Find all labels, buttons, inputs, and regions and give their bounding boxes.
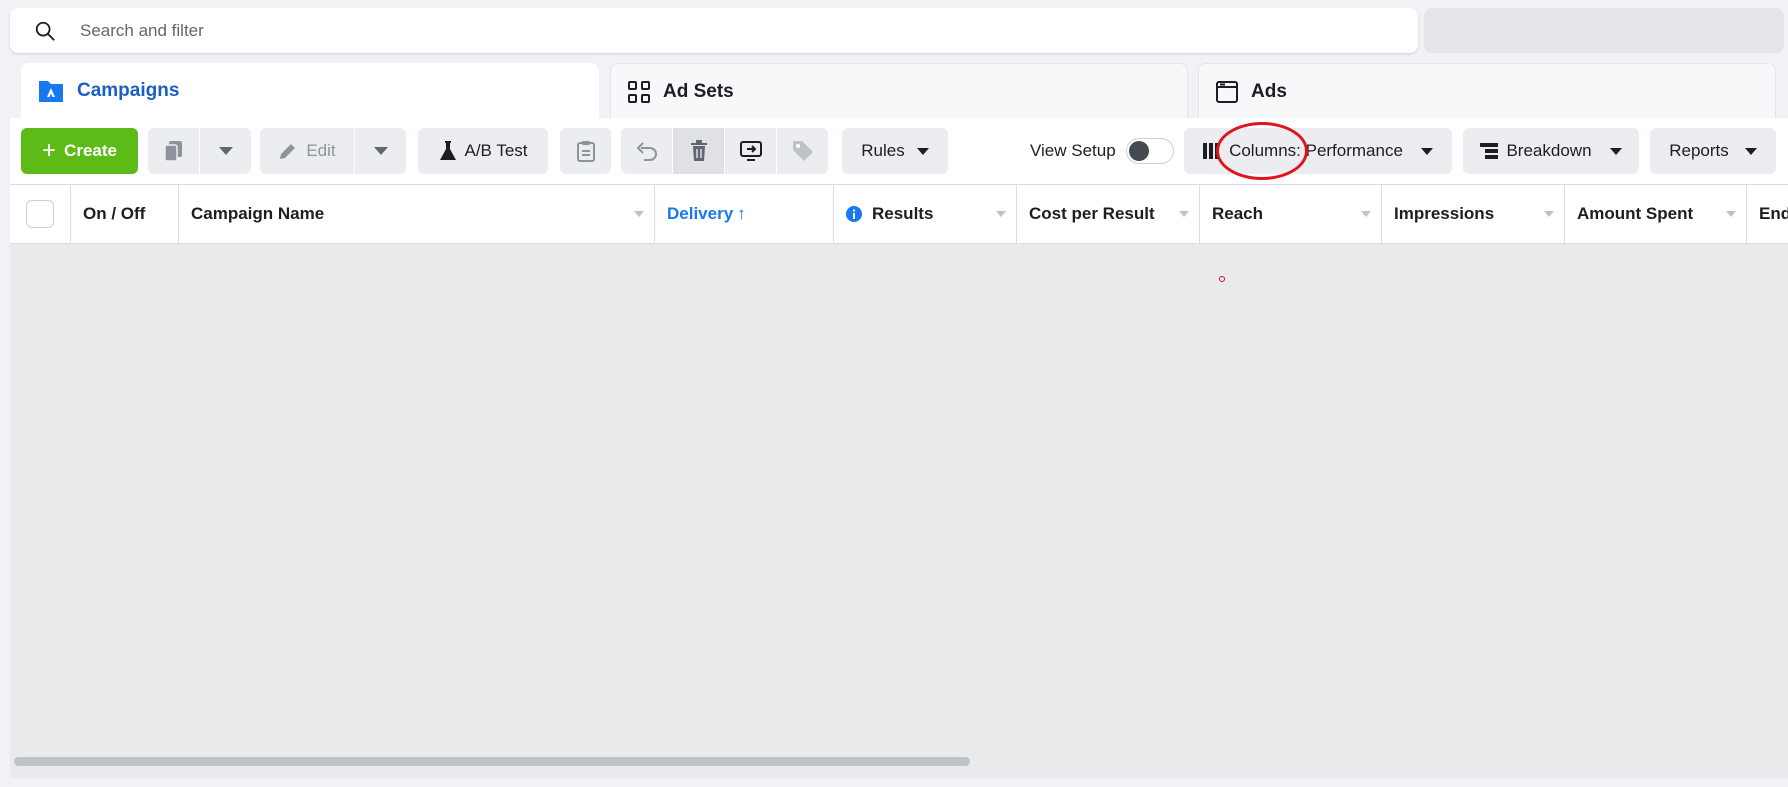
clipboard-button[interactable] [560,128,611,174]
annotation-dot [1219,276,1225,282]
tab-label: Ad Sets [663,80,734,102]
flask-icon [439,141,456,160]
edit-dropdown-button[interactable] [355,128,406,174]
undo-button[interactable] [621,128,672,174]
export-button[interactable] [725,128,776,174]
info-icon[interactable] [846,206,862,222]
duplicate-icon [163,141,182,162]
table-header: On / Off Campaign Name Delivery ↑ Result… [10,184,1788,244]
grid-icon [627,80,651,104]
main-panel: + Create Edit A/B Test Rules View Setup … [10,118,1788,778]
search-icon [35,21,55,41]
sort-caret-icon[interactable] [996,211,1006,217]
ad-window-icon [1215,80,1239,104]
table-body [10,244,1788,778]
sort-caret-icon[interactable] [634,211,644,217]
column-reach[interactable]: Reach [1200,185,1382,243]
pencil-icon [280,144,296,159]
sort-caret-icon[interactable] [1179,211,1189,217]
clipboard-icon [576,141,595,162]
caret-down-icon [373,147,388,155]
reports-button[interactable]: Reports [1650,128,1776,174]
tab-ad-sets[interactable]: Ad Sets [610,63,1188,119]
view-setup-label: View Setup [1030,141,1116,160]
column-campaign-name[interactable]: Campaign Name [179,185,655,243]
tag-button[interactable] [777,128,828,174]
trash-icon [690,140,707,161]
plus-icon: + [42,137,57,164]
sort-caret-icon[interactable] [1361,211,1371,217]
duplicate-dropdown-button[interactable] [200,128,251,174]
column-cost-per-result[interactable]: Cost per Result [1017,185,1200,243]
breakdown-button[interactable]: Breakdown [1463,128,1639,174]
toggle-knob [1128,141,1149,161]
caret-down-icon [218,147,233,155]
view-setup[interactable]: View Setup [1030,128,1174,174]
ab-test-button[interactable]: A/B Test [418,128,548,174]
column-results[interactable]: Results [834,185,1017,243]
horizontal-scrollbar[interactable] [14,757,970,766]
search-bar[interactable] [10,8,1418,53]
caret-down-icon [1744,147,1757,155]
search-input[interactable] [80,20,1280,41]
duplicate-button[interactable] [148,128,199,174]
view-setup-toggle[interactable] [1125,138,1174,164]
undo-icon [636,142,657,161]
toolbar: + Create Edit A/B Test Rules View Setup … [10,118,1788,184]
column-impressions[interactable]: Impressions [1382,185,1565,243]
tab-label: Ads [1251,80,1287,102]
caret-down-icon [1609,147,1622,155]
create-button[interactable]: + Create [21,128,138,174]
caret-down-icon [1420,147,1433,155]
column-ends[interactable]: Ends [1747,185,1788,243]
campaign-folder-icon [37,78,65,104]
column-on-off[interactable]: On / Off [71,185,179,243]
annotation-circle [1216,122,1308,180]
delete-button[interactable] [673,128,724,174]
breakdown-icon [1480,143,1499,159]
tab-ads[interactable]: Ads [1198,63,1776,119]
rules-button[interactable]: Rules [842,128,948,174]
export-icon [739,141,762,161]
sort-caret-icon[interactable] [1726,211,1736,217]
sort-caret-icon[interactable] [1544,211,1554,217]
tab-label: Campaigns [77,80,180,101]
select-all-cell [10,185,71,243]
sort-ascending-icon: ↑ [737,204,746,223]
column-amount-spent[interactable]: Amount Spent [1565,185,1747,243]
caret-down-icon [916,147,929,155]
edit-button[interactable]: Edit [260,128,354,174]
top-right-placeholder [1424,8,1784,53]
tab-campaigns[interactable]: Campaigns [21,63,599,119]
column-delivery[interactable]: Delivery ↑ [655,185,834,243]
select-all-checkbox[interactable] [26,200,54,228]
tag-icon [792,141,813,161]
